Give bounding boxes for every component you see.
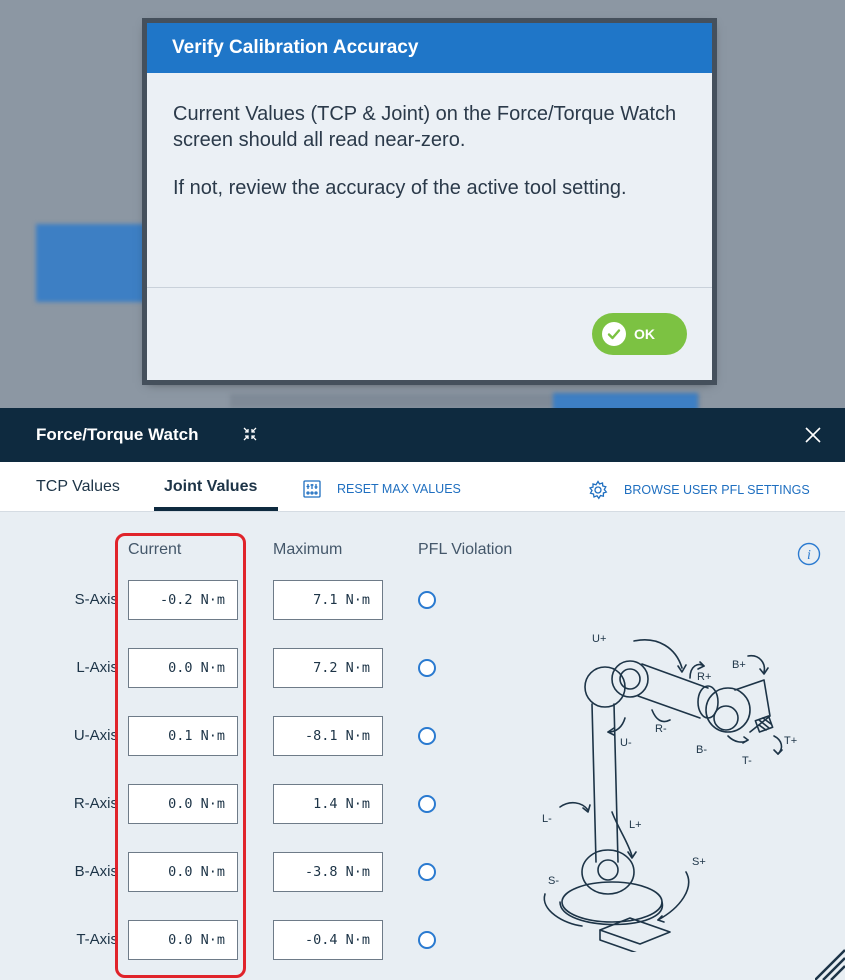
robot-axes-diagram: U+ U- R+ R- B+ B- T+ T- L+ L- S+ S- — [542, 633, 797, 952]
reset-max-values-button[interactable]: RESET MAX VALUES — [303, 480, 461, 498]
close-icon[interactable] — [803, 425, 823, 450]
dialog-divider — [147, 287, 712, 288]
background-blurred-button — [553, 393, 698, 408]
resize-icon[interactable] — [815, 947, 845, 980]
maximum-value-field: -3.8 N·m — [273, 852, 383, 892]
verify-calibration-dialog: Verify Calibration Accuracy Current Valu… — [147, 23, 712, 380]
ok-label: OK — [634, 326, 655, 342]
robot-label-l-plus: L+ — [629, 819, 642, 831]
current-column-highlight — [115, 533, 246, 978]
robot-label-u-minus: U- — [620, 737, 632, 749]
robot-label-s-minus: S- — [548, 875, 559, 887]
browse-user-pfl-settings-label: BROWSE USER PFL SETTINGS — [624, 483, 810, 497]
axis-label: U-Axis — [73, 727, 118, 744]
maximum-value-field: 1.4 N·m — [273, 784, 383, 824]
robot-label-t-minus: T- — [742, 755, 752, 767]
dialog-title: Verify Calibration Accuracy — [147, 23, 712, 73]
panel-title: Force/Torque Watch — [36, 425, 199, 444]
background-blurred-text — [35, 4, 39, 19]
robot-label-t-plus: T+ — [784, 735, 797, 747]
pfl-violation-indicator[interactable] — [418, 659, 436, 677]
pfl-violation-indicator[interactable] — [418, 931, 436, 949]
pfl-violation-indicator[interactable] — [418, 863, 436, 881]
pfl-violation-indicator[interactable] — [418, 795, 436, 813]
dialog-paragraph-1: Current Values (TCP & Joint) on the Forc… — [173, 103, 677, 151]
active-tab-indicator — [154, 507, 278, 511]
maximum-value-field: 7.1 N·m — [273, 580, 383, 620]
pfl-violation-indicator[interactable] — [418, 727, 436, 745]
joint-values-panel: TCP Values Joint Values RESET MAX VALUES… — [0, 462, 845, 980]
axis-label: R-Axis — [73, 795, 118, 812]
background-blurred-tile — [36, 224, 150, 302]
dialog-paragraph-2: If not, review the accuracy of the activ… — [173, 177, 627, 199]
collapse-icon[interactable] — [242, 426, 258, 447]
maximum-value-field: -0.4 N·m — [273, 920, 383, 960]
axis-label: B-Axis — [74, 863, 118, 880]
axis-label: T-Axis — [76, 931, 118, 948]
robot-label-u-plus: U+ — [592, 633, 606, 645]
tab-bar: TCP Values Joint Values RESET MAX VALUES… — [0, 462, 845, 512]
svg-text:i: i — [807, 548, 811, 563]
column-pfl-violation-header: PFL Violation — [418, 541, 513, 558]
robot-label-b-minus: B- — [696, 744, 707, 756]
axis-label: L-Axis — [76, 659, 118, 676]
browse-user-pfl-settings-button[interactable]: BROWSE USER PFL SETTINGS — [588, 480, 810, 500]
info-icon[interactable]: i — [797, 542, 821, 571]
gear-icon — [588, 480, 608, 500]
reset-icon — [303, 480, 321, 498]
maximum-value-field: -8.1 N·m — [273, 716, 383, 756]
tab-joint-values[interactable]: Joint Values — [164, 478, 257, 496]
check-icon — [602, 322, 626, 346]
robot-label-l-minus: L- — [542, 813, 552, 825]
dialog-message: Current Values (TCP & Joint) on the Forc… — [147, 73, 712, 201]
axis-label: S-Axis — [74, 591, 118, 608]
robot-label-r-plus: R+ — [697, 671, 711, 683]
panel-header: Force/Torque Watch — [0, 408, 845, 462]
robot-label-r-minus: R- — [655, 723, 667, 735]
ok-button[interactable]: OK — [592, 313, 687, 355]
reset-max-values-label: RESET MAX VALUES — [337, 482, 461, 496]
maximum-value-field: 7.2 N·m — [273, 648, 383, 688]
pfl-violation-indicator[interactable] — [418, 591, 436, 609]
tab-tcp-values[interactable]: TCP Values — [36, 478, 120, 496]
column-maximum-header: Maximum — [273, 541, 343, 558]
robot-label-s-plus: S+ — [692, 856, 706, 868]
robot-label-b-plus: B+ — [732, 659, 746, 671]
